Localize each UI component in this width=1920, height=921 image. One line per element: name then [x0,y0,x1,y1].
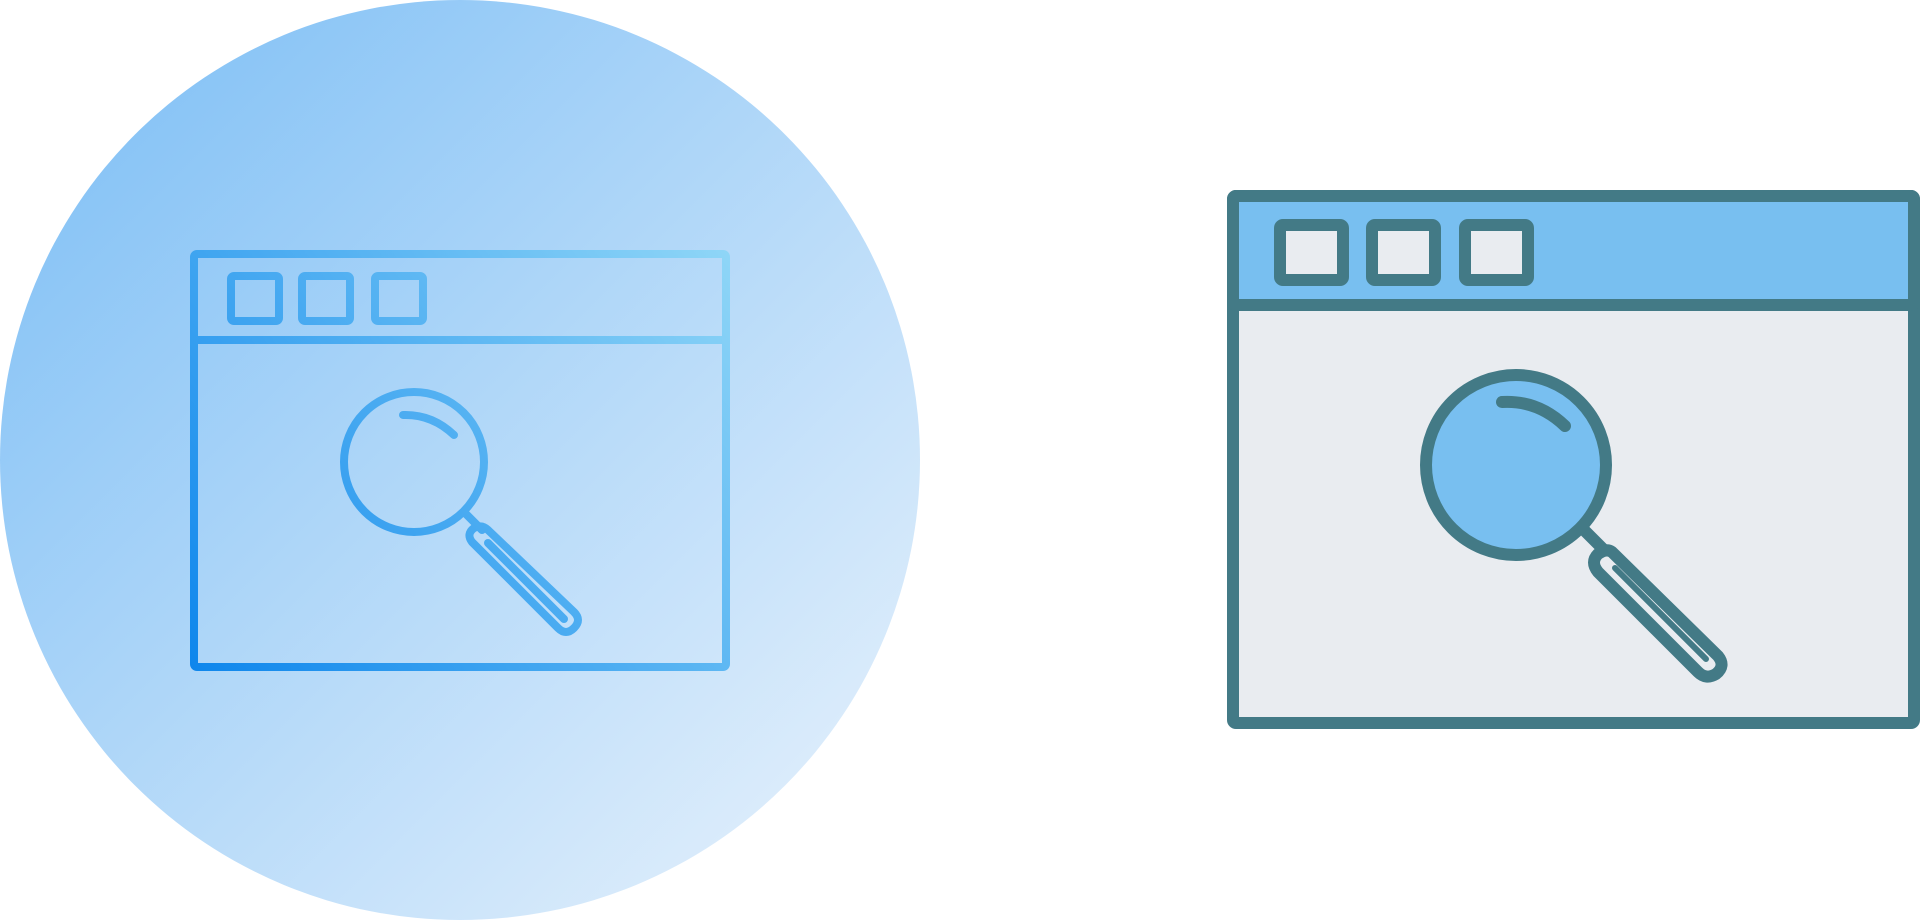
browser-search-icon [1227,190,1920,729]
background-circle [0,0,920,920]
icon-showcase [0,0,1920,921]
browser-search-icon [0,0,920,920]
flat-icon-variant [1200,0,1920,921]
window-button-1 [1274,219,1349,286]
window-button-2 [1366,219,1441,286]
gradient-icon-variant [0,0,921,921]
window-button-3 [1459,219,1534,286]
